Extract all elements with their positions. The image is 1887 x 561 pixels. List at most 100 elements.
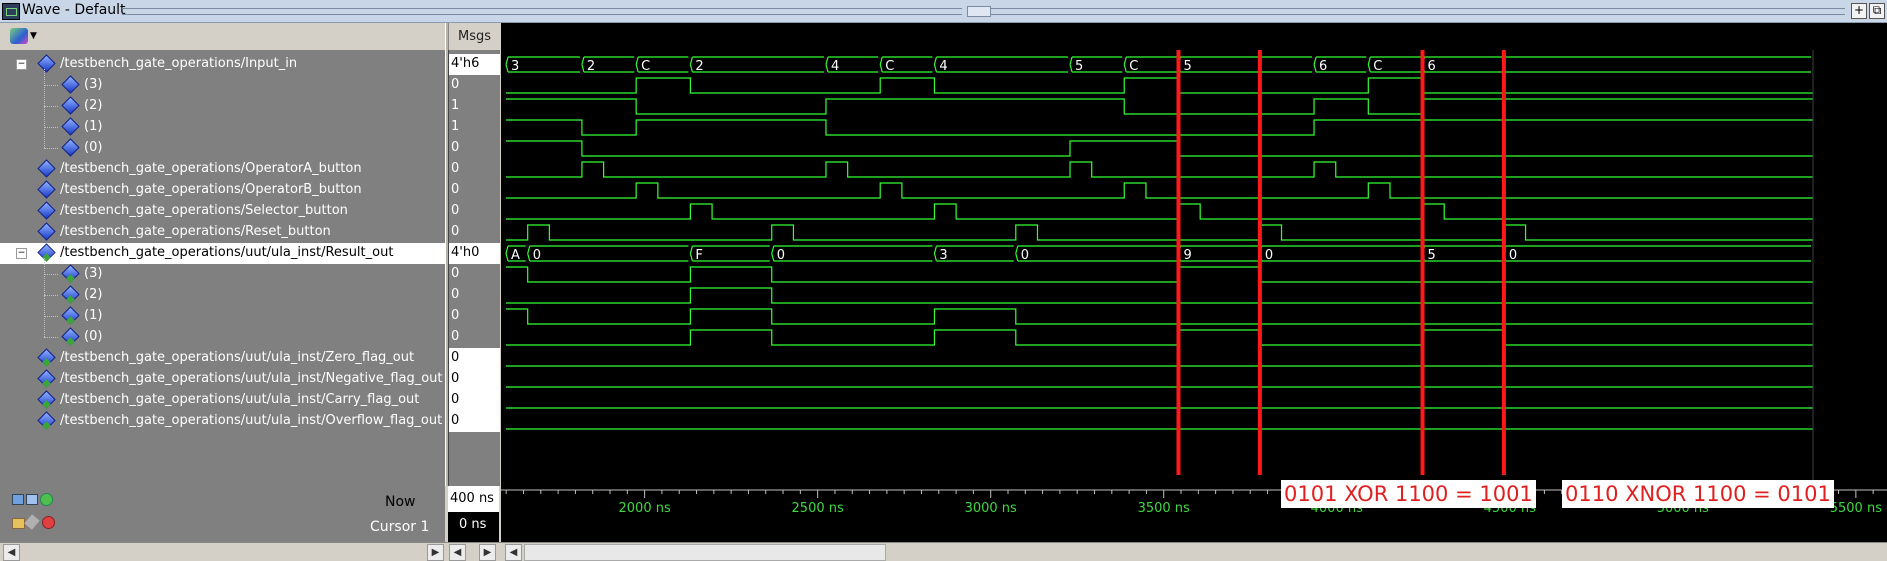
signal-row-result-out[interactable]: − /testbench_gate_operations/uut/ula_inst… <box>0 243 445 264</box>
signal-row-3-10[interactable]: (3) <box>0 264 445 285</box>
annotation-xor: 0101 XOR 1100 = 1001 <box>1281 480 1536 508</box>
signal-value: 0 <box>451 203 460 218</box>
wave-scroll-thumb[interactable] <box>524 544 886 561</box>
signal-row-3-1[interactable]: (3) <box>0 75 445 96</box>
values-scroll-left-button[interactable]: ◀ <box>449 544 466 561</box>
input-in-bus-segment <box>1177 56 1313 73</box>
signal-value: 0 <box>451 161 460 176</box>
output-signal-icon <box>37 411 56 430</box>
signal-value: 0 <box>451 350 460 365</box>
input-signal-icon <box>61 138 80 157</box>
signal-name: /testbench_gate_operations/uut/ula_inst/… <box>60 350 415 365</box>
input-signal-icon <box>37 54 56 73</box>
signal-value: 0 <box>451 182 460 197</box>
signal-row-negative-flag-out[interactable]: /testbench_gate_operations/uut/ula_inst/… <box>0 369 445 390</box>
input-in-1-wave <box>506 119 1813 136</box>
input-in-bus-label: C <box>885 59 894 74</box>
signal-row-carry-flag-out[interactable]: /testbench_gate_operations/uut/ula_inst/… <box>0 390 445 411</box>
drag-handle-icon[interactable] <box>967 6 991 17</box>
cursor-label[interactable]: Cursor 1 <box>370 519 429 535</box>
signal-name: (2) <box>84 287 103 302</box>
add-button[interactable]: + <box>1851 3 1867 19</box>
signal-row-0-13[interactable]: (0) <box>0 327 445 348</box>
input-in-bus-label: 3 <box>511 59 519 74</box>
result-out-bus-segment <box>771 245 933 262</box>
wave-window-icon[interactable] <box>2 3 20 20</box>
title-grip-right[interactable] <box>990 8 1845 15</box>
signal-name-pane: − /testbench_gate_operations/Input_in (3) (… <box>0 50 445 486</box>
signal-value: 1 <box>451 119 460 134</box>
wave-scroll-left-button[interactable]: ◀ <box>505 544 522 561</box>
red-marker-0 <box>1176 45 1181 475</box>
lock-cursor-icon[interactable] <box>12 518 25 529</box>
annotation-xnor: 0110 XNOR 1100 = 0101 <box>1562 480 1834 508</box>
signal-value: 0 <box>451 413 460 428</box>
result-out-bus-label: 9 <box>1183 248 1191 263</box>
input-in-2-wave <box>506 98 1813 115</box>
signal-row-1-12[interactable]: (1) <box>0 306 445 327</box>
msgs-column-header: Msgs <box>448 23 500 50</box>
signal-value: 0 <box>451 224 460 239</box>
input-in-bus-label: C <box>641 59 650 74</box>
names-scroll-left-button[interactable]: ◀ <box>3 544 20 561</box>
input-in-bus-segment <box>933 56 1069 73</box>
signal-row-2-2[interactable]: (2) <box>0 96 445 117</box>
chevron-down-icon[interactable]: ▼ <box>30 31 37 41</box>
signal-value-cell: 1 <box>449 96 500 117</box>
window-title-bar: Wave - Default + ⧉ <box>0 0 1887 23</box>
input-in-0-wave <box>506 140 1813 157</box>
tree-guide <box>44 258 45 337</box>
signal-row-zero-flag-out[interactable]: /testbench_gate_operations/uut/ula_inst/… <box>0 348 445 369</box>
signal-value-cell: 0 <box>449 138 500 159</box>
output-signal-icon <box>37 243 56 262</box>
signal-value-cell: 0 <box>449 264 500 285</box>
signal-value-cell: 0 <box>449 411 500 432</box>
restore-button[interactable]: ⧉ <box>1869 3 1885 19</box>
input-in-bus-label: C <box>1373 59 1382 74</box>
result-out-0-wave <box>506 329 1813 346</box>
insert-cursor-icon[interactable] <box>12 494 24 505</box>
signal-row-selector-button[interactable]: /testbench_gate_operations/Selector_butt… <box>0 201 445 222</box>
result-out-2-wave <box>506 287 1813 304</box>
signal-row-overflow-flag-out[interactable]: /testbench_gate_operations/uut/ula_inst/… <box>0 411 445 432</box>
tree-connector <box>44 106 58 107</box>
add-cursor-icon[interactable] <box>40 493 53 506</box>
waveform-area[interactable]: 32C24C45C56C6A0F0309050 <box>501 45 1887 486</box>
edit-cursor-icon[interactable] <box>24 514 40 530</box>
reset-wave <box>506 224 1813 241</box>
signal-row-1-3[interactable]: (1) <box>0 117 445 138</box>
names-scroll-right-button[interactable]: ▶ <box>427 544 444 561</box>
input-in-bus-segment <box>689 56 824 73</box>
input-in-bus-label: 4 <box>831 59 839 74</box>
cursor-list-icon[interactable] <box>26 494 38 505</box>
signal-value-cell: 0 <box>449 180 500 201</box>
delete-cursor-icon[interactable] <box>42 516 55 529</box>
result-out-bus-label: 0 <box>533 248 541 263</box>
horizontal-scrollbars: ◀ ▶ ◀ ▶ ◀ <box>0 542 1887 561</box>
add-signals-icon[interactable] <box>10 28 28 44</box>
signal-row-input-in[interactable]: − /testbench_gate_operations/Input_in <box>0 54 445 75</box>
signal-value-cell: 0 <box>449 306 500 327</box>
title-grip-left[interactable] <box>122 8 962 15</box>
signal-name: /testbench_gate_operations/uut/ula_inst/… <box>60 413 443 428</box>
collapse-toggle[interactable]: − <box>16 248 27 259</box>
signal-value-cell: 0 <box>449 75 500 96</box>
signal-row-reset-button[interactable]: /testbench_gate_operations/Reset_button <box>0 222 445 243</box>
collapse-toggle[interactable]: − <box>16 59 27 70</box>
waveform-canvas[interactable]: 3 2 C 2 4 C 4 5 C 5 6 C 6A 0 F 0 3 0 9 0 5 0 <box>501 45 1887 486</box>
output-signal-icon <box>37 348 56 367</box>
signal-row-operatora-button[interactable]: /testbench_gate_operations/OperatorA_but… <box>0 159 445 180</box>
result-out-bus-segment <box>1259 245 1421 262</box>
signal-name: (0) <box>84 140 103 155</box>
signal-name: (3) <box>84 266 103 281</box>
input-signal-icon <box>61 75 80 94</box>
signal-row-operatorb-button[interactable]: /testbench_gate_operations/OperatorB_but… <box>0 180 445 201</box>
signal-value-pane: 4'h6 0 1 1 0 0 0 0 0 4'h0 0 0 0 0 0 0 0 0 <box>448 50 500 486</box>
signal-name: /testbench_gate_operations/Input_in <box>60 56 298 71</box>
signal-name: /testbench_gate_operations/uut/ula_inst/… <box>60 392 420 407</box>
values-scroll-right-button[interactable]: ▶ <box>479 544 496 561</box>
red-marker-1 <box>1257 45 1262 475</box>
signal-row-0-4[interactable]: (0) <box>0 138 445 159</box>
result-out-bus-segment <box>1015 245 1177 262</box>
signal-row-2-11[interactable]: (2) <box>0 285 445 306</box>
